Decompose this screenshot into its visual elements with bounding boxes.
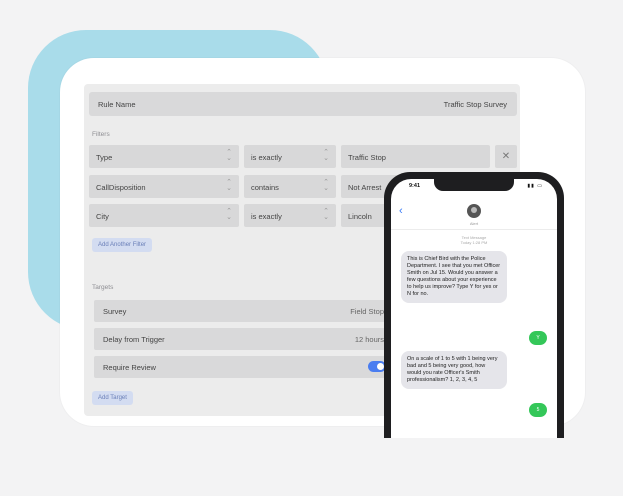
outgoing-message: 5 bbox=[529, 403, 547, 417]
message-meta: Text Message Today 1:28 PM bbox=[391, 235, 557, 245]
filter-value-text: Traffic Stop bbox=[348, 153, 386, 162]
filter-field-value: CallDisposition bbox=[96, 183, 146, 192]
contact-avatar bbox=[467, 204, 481, 218]
filter-operator-value: is exactly bbox=[251, 153, 282, 162]
targets-section-label: Targets bbox=[92, 284, 114, 291]
filter-operator-select[interactable]: is exactly ⌃ ⌄ bbox=[244, 204, 336, 227]
require-review-row: Require Review bbox=[94, 356, 394, 378]
chevron-up-down-icon: ⌃ ⌄ bbox=[323, 149, 329, 162]
filter-value-text: Not Arrest bbox=[348, 183, 382, 192]
filter-field-value: City bbox=[96, 212, 109, 221]
survey-value: Field Stop bbox=[350, 307, 384, 316]
survey-label: Survey bbox=[103, 307, 127, 316]
filter-field-select[interactable]: City ⌃ ⌄ bbox=[89, 204, 239, 227]
chevron-up-down-icon: ⌃ ⌄ bbox=[226, 179, 232, 192]
chevron-up-down-icon: ⌃ ⌄ bbox=[323, 208, 329, 221]
signal-battery-icon: ▮▮ ▭ bbox=[527, 183, 543, 189]
survey-select[interactable]: Survey Field Stop bbox=[94, 300, 394, 322]
delay-label: Delay from Trigger bbox=[103, 335, 165, 344]
incoming-message: This is Chief Bird with the Police Depar… bbox=[401, 251, 507, 303]
require-review-label: Require Review bbox=[103, 363, 156, 372]
rule-name-value: Traffic Stop Survey bbox=[443, 100, 507, 109]
chevron-up-down-icon: ⌃ ⌄ bbox=[226, 208, 232, 221]
filter-operator-value: contains bbox=[251, 183, 279, 192]
filters-section-label: Filters bbox=[92, 131, 110, 138]
back-chevron-icon[interactable]: ‹ bbox=[399, 205, 403, 217]
add-target-button[interactable]: Add Target bbox=[92, 391, 133, 405]
message-meta-time: Today 1:28 PM bbox=[460, 240, 488, 245]
incoming-message: On a scale of 1 to 5 with 1 being very b… bbox=[401, 351, 507, 389]
delay-select[interactable]: Delay from Trigger 12 hours bbox=[94, 328, 394, 350]
filter-field-select[interactable]: Type ⌃ ⌄ bbox=[89, 145, 239, 168]
outgoing-message: Y bbox=[529, 331, 547, 345]
remove-filter-button[interactable]: ✕ bbox=[495, 145, 517, 168]
phone-screen: 9:41 ▮▮ ▭ ‹ Alert Text Message Today 1:2… bbox=[391, 179, 557, 438]
phone-notch bbox=[434, 179, 514, 191]
delay-value: 12 hours bbox=[354, 335, 384, 344]
add-filter-button[interactable]: Add Another Filter bbox=[92, 238, 153, 252]
chevron-up-down-icon: ⌃ ⌄ bbox=[226, 149, 232, 162]
rule-name-field[interactable]: Rule Name Traffic Stop Survey bbox=[89, 92, 517, 116]
filter-value-input[interactable]: Traffic Stop bbox=[341, 145, 490, 168]
contact-name: Alert bbox=[469, 221, 479, 226]
filter-operator-select[interactable]: is exactly ⌃ ⌄ bbox=[244, 145, 336, 168]
filter-operator-value: is exactly bbox=[251, 212, 282, 221]
filter-field-value: Type bbox=[96, 153, 113, 162]
filter-operator-select[interactable]: contains ⌃ ⌄ bbox=[244, 175, 336, 198]
status-time: 9:41 bbox=[409, 183, 421, 189]
filter-value-text: Lincoln bbox=[348, 212, 372, 221]
close-icon: ✕ bbox=[501, 151, 511, 162]
filter-field-select[interactable]: CallDisposition ⌃ ⌄ bbox=[89, 175, 239, 198]
rule-name-label: Rule Name bbox=[98, 100, 136, 109]
phone-mockup: 9:41 ▮▮ ▭ ‹ Alert Text Message Today 1:2… bbox=[384, 172, 564, 438]
chevron-up-down-icon: ⌃ ⌄ bbox=[323, 179, 329, 192]
header-divider bbox=[391, 229, 557, 230]
